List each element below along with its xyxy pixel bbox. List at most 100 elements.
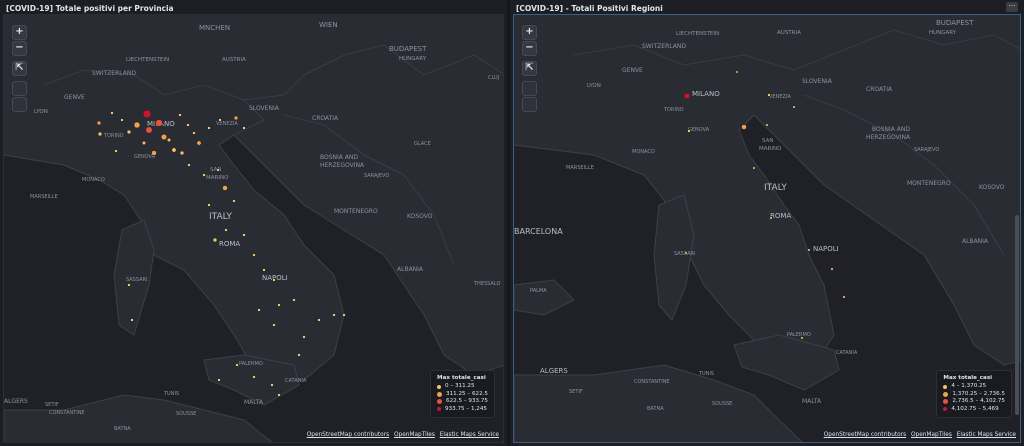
map-label: SAN: [762, 138, 773, 144]
legend-swatch: [437, 407, 442, 412]
tool-button[interactable]: [522, 97, 537, 112]
map-marker[interactable]: [252, 253, 256, 257]
map-marker[interactable]: [277, 393, 281, 397]
map-marker[interactable]: [222, 185, 228, 191]
attribution-link[interactable]: OpenStreetMap contributors: [824, 432, 906, 438]
map-marker[interactable]: [179, 150, 185, 156]
map-marker[interactable]: [257, 308, 261, 312]
legend-item: 4 – 1,370.25: [943, 383, 1005, 391]
map-marker[interactable]: [127, 283, 131, 287]
map-marker[interactable]: [242, 126, 246, 130]
map-marker[interactable]: [133, 121, 141, 129]
map-marker[interactable]: [212, 237, 218, 243]
map-marker[interactable]: [830, 267, 834, 271]
map-marker[interactable]: [96, 120, 102, 126]
map-marker[interactable]: [171, 147, 177, 153]
map-marker[interactable]: [151, 150, 157, 156]
map-label: GENVE: [622, 67, 643, 74]
map-marker[interactable]: [218, 118, 222, 122]
map-marker[interactable]: [126, 129, 132, 135]
map-marker[interactable]: [242, 233, 246, 237]
map-marker[interactable]: [232, 199, 236, 203]
map-marker[interactable]: [235, 363, 239, 367]
map-marker[interactable]: [166, 137, 172, 143]
map-marker[interactable]: [202, 173, 206, 177]
map-marker[interactable]: [272, 323, 276, 327]
map-marker[interactable]: [207, 126, 211, 130]
map-label: MONACO: [632, 149, 655, 155]
map-label: SETIF: [569, 389, 583, 395]
scrollbar[interactable]: [1015, 215, 1019, 415]
map-marker[interactable]: [142, 109, 152, 119]
map-marker[interactable]: [160, 133, 168, 141]
fit-bounds-button[interactable]: ⇱: [12, 61, 27, 76]
map-marker[interactable]: [317, 318, 321, 322]
map-marker[interactable]: [687, 129, 691, 133]
map-marker[interactable]: [302, 335, 306, 339]
map-marker[interactable]: [233, 115, 239, 121]
map-marker[interactable]: [270, 383, 274, 387]
map-marker[interactable]: [800, 336, 804, 340]
map-canvas[interactable]: MNCHEN WIEN BUDAPEST HUNGARY LIECHTENSTE…: [4, 15, 504, 443]
map-marker[interactable]: [155, 119, 163, 127]
legend-swatch: [943, 407, 948, 412]
map-marker[interactable]: [114, 149, 118, 153]
map-marker[interactable]: [141, 140, 147, 146]
map-marker[interactable]: [332, 313, 336, 317]
map-marker[interactable]: [792, 105, 796, 109]
map-marker[interactable]: [735, 70, 739, 74]
attribution-link[interactable]: OpenMapTiles: [911, 432, 952, 438]
legend-swatch: [437, 399, 443, 405]
map-marker[interactable]: [752, 166, 756, 170]
map-marker[interactable]: [97, 131, 103, 137]
tool-button[interactable]: [522, 81, 537, 96]
tool-button[interactable]: [12, 97, 27, 112]
attribution-link[interactable]: Elastic Maps Service: [957, 432, 1016, 438]
map-marker[interactable]: [130, 318, 134, 322]
map-provincia[interactable]: MNCHEN WIEN BUDAPEST HUNGARY LIECHTENSTE…: [3, 14, 504, 443]
map-marker[interactable]: [684, 251, 688, 255]
map-marker[interactable]: [196, 140, 202, 146]
map-marker[interactable]: [224, 228, 228, 232]
legend-label: 933.75 – 1,245: [445, 405, 487, 412]
attribution-link[interactable]: OpenMapTiles: [394, 432, 435, 438]
map-marker[interactable]: [683, 92, 691, 100]
map-marker[interactable]: [767, 93, 771, 97]
map-marker[interactable]: [272, 278, 276, 282]
map-marker[interactable]: [765, 123, 769, 127]
map-label: MARINO: [206, 175, 229, 181]
map-marker[interactable]: [262, 268, 266, 272]
attribution-link[interactable]: OpenStreetMap contributors: [307, 432, 389, 438]
map-marker[interactable]: [292, 298, 296, 302]
attribution-link[interactable]: Elastic Maps Service: [440, 432, 499, 438]
map-marker[interactable]: [120, 118, 124, 122]
map-marker[interactable]: [277, 303, 281, 307]
map-marker[interactable]: [842, 295, 846, 299]
map-marker[interactable]: [741, 124, 747, 130]
map-regioni[interactable]: BUDAPEST HUNGARY LIECHTENSTEIN AUSTRIA S…: [513, 14, 1021, 443]
map-marker[interactable]: [186, 123, 190, 127]
map-marker[interactable]: [217, 378, 221, 382]
map-marker[interactable]: [216, 168, 220, 172]
map-marker[interactable]: [187, 163, 191, 167]
map-marker[interactable]: [297, 353, 301, 357]
map-label: MARSEILLE: [30, 194, 58, 200]
map-marker[interactable]: [252, 375, 256, 379]
zoom-out-button[interactable]: −: [12, 41, 27, 56]
zoom-in-button[interactable]: +: [522, 25, 537, 40]
map-marker[interactable]: [110, 111, 114, 115]
zoom-out-button[interactable]: −: [522, 41, 537, 56]
map-marker[interactable]: [342, 313, 346, 317]
map-marker[interactable]: [769, 216, 773, 220]
tool-button[interactable]: [12, 81, 27, 96]
zoom-in-button[interactable]: +: [12, 25, 27, 40]
map-marker[interactable]: [207, 203, 211, 207]
panel-menu-button[interactable]: ···: [1006, 2, 1018, 12]
map-marker[interactable]: [178, 113, 182, 117]
fit-bounds-button[interactable]: ⇱: [522, 61, 537, 76]
map-label: SARAJEVO: [364, 173, 389, 179]
map-label: BOSNIA AND: [320, 154, 358, 161]
map-marker[interactable]: [192, 131, 196, 135]
map-marker[interactable]: [807, 248, 811, 252]
map-marker[interactable]: [145, 126, 153, 134]
